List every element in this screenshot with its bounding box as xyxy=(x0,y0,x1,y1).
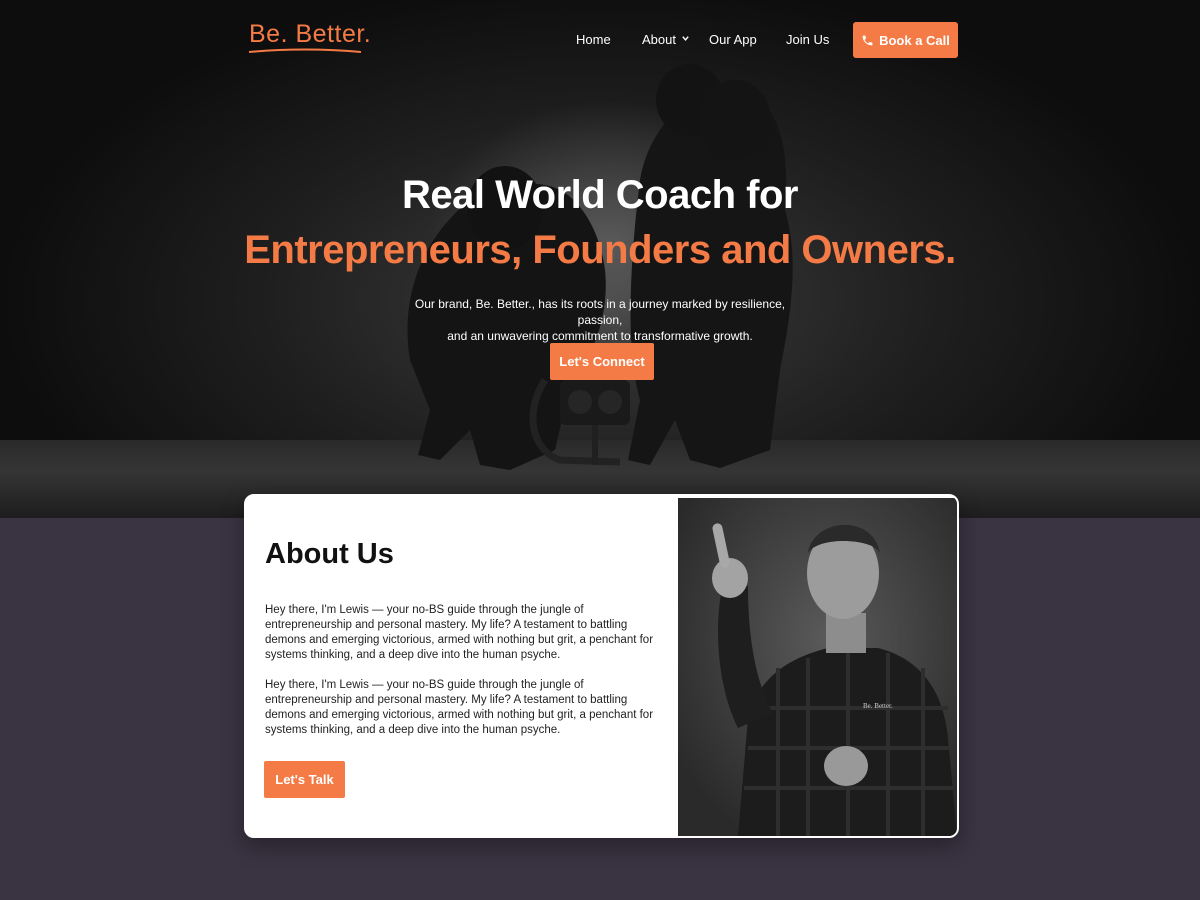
phone-icon xyxy=(862,35,873,45)
hero-subtitle: Entrepreneurs, Founders and Owners. xyxy=(244,228,956,272)
nav-home[interactable]: Home xyxy=(576,32,611,47)
nav-join-us[interactable]: Join Us xyxy=(786,32,829,47)
book-a-call-label: Book a Call xyxy=(879,32,950,48)
about-paragraph-1: Hey there, I'm Lewis — your no-BS guide … xyxy=(265,604,654,661)
about-us-card: About Us Hey there, I'm Lewis — your no-… xyxy=(244,494,959,838)
nav-our-app[interactable]: Our App xyxy=(709,32,757,47)
logo-underline-swoosh xyxy=(248,48,362,53)
about-us-title: About Us xyxy=(265,538,394,570)
nav-about[interactable]: About xyxy=(642,32,676,47)
shirt-logo-text: Be. Better. xyxy=(863,702,893,710)
book-a-call-button[interactable]: Book a Call xyxy=(853,22,958,58)
hero-description-line-2: and an unwavering commitment to transfor… xyxy=(447,329,753,343)
hero-title: Real World Coach for xyxy=(402,173,798,217)
about-paragraph-2: Hey there, I'm Lewis — your no-BS guide … xyxy=(265,679,654,736)
chevron-down-icon[interactable] xyxy=(681,34,690,43)
hero-description: Our brand, Be. Better., has its roots in… xyxy=(400,296,800,344)
coach-portrait-illustration: Be. Better. xyxy=(712,523,957,836)
hero-description-line-1: Our brand, Be. Better., has its roots in… xyxy=(414,297,786,327)
lets-talk-button[interactable]: Let's Talk xyxy=(264,761,345,798)
brand-logo[interactable]: Be. Better. xyxy=(249,20,371,49)
lets-connect-button[interactable]: Let's Connect xyxy=(550,343,654,380)
coach-portrait-photo: Be. Better. xyxy=(678,498,957,836)
hero-section: Be. Better. Home About Our App Join Us B… xyxy=(0,0,1200,518)
